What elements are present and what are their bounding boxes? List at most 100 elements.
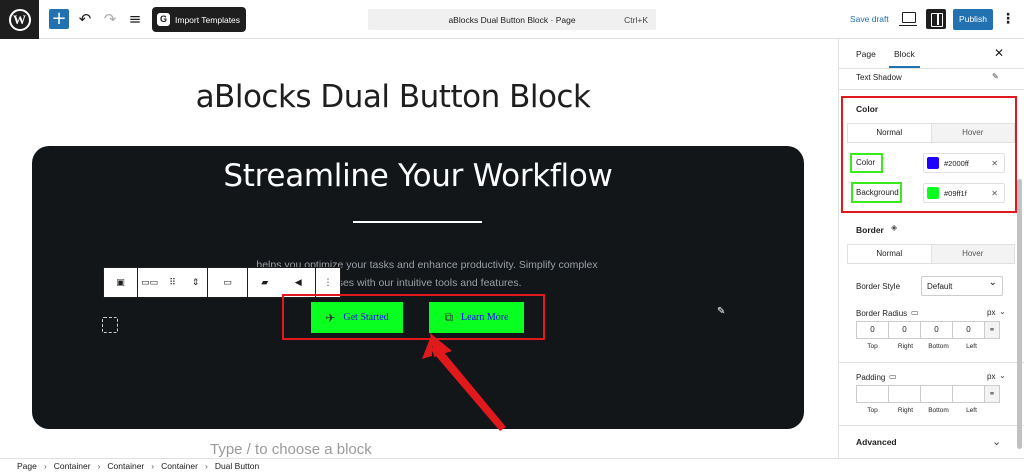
side-label-left: Left	[966, 407, 977, 414]
padding-label: Padding	[856, 373, 886, 382]
block-appender-placeholder[interactable]	[102, 317, 118, 333]
settings-sidebar-toggle-icon[interactable]	[926, 9, 946, 29]
side-label-bottom: Bottom	[928, 343, 949, 350]
wordpress-logo[interactable]: W	[0, 0, 39, 39]
import-templates-button[interactable]: G Import Templates	[152, 7, 246, 32]
radius-side-labels: Top Right Bottom Left	[856, 343, 988, 350]
ai-assist-icon[interactable]: ◀	[289, 278, 307, 288]
import-templates-label: Import Templates	[175, 14, 241, 25]
text-shadow-label: Text Shadow	[856, 73, 902, 82]
side-label-left: Left	[966, 343, 977, 350]
save-draft-button[interactable]: Save draft	[850, 14, 889, 24]
tab-block[interactable]: Block	[889, 49, 920, 68]
section-divider	[839, 89, 1024, 90]
color-section-title: Color	[856, 104, 879, 114]
close-icon[interactable]: ✕	[994, 46, 1004, 60]
section-divider	[839, 362, 1024, 363]
sidebar-tabs: Page Block ✕	[839, 39, 1024, 69]
padding-right-input[interactable]	[888, 385, 921, 403]
padding-top-input[interactable]	[856, 385, 889, 403]
chevron-right-icon: ›	[43, 461, 47, 471]
border-section-title: Border	[856, 225, 884, 235]
publish-button[interactable]: Publish	[953, 9, 993, 30]
tab-color-normal[interactable]: Normal	[848, 124, 932, 142]
chevron-down-icon[interactable]: ⌄	[992, 435, 1001, 448]
breadcrumb-item-current[interactable]: Dual Button	[215, 461, 259, 471]
border-style-select[interactable]: Default	[921, 276, 1003, 296]
chevron-right-icon: ›	[97, 461, 101, 471]
dual-button-block-icon[interactable]: ▭▭	[141, 278, 159, 288]
extra-tools-group: ▰ ◀	[248, 268, 316, 297]
button-align-control[interactable]: ▭	[208, 268, 248, 297]
drag-handle-icon[interactable]: ⠿	[164, 278, 182, 288]
redo-icon[interactable]: ↷	[100, 9, 120, 29]
preview-desktop-icon[interactable]	[899, 12, 917, 26]
text-color-picker[interactable]: #2000ff ✕	[923, 153, 1005, 173]
radius-top-input[interactable]: 0	[856, 321, 889, 339]
block-options-button[interactable]: ⋮	[316, 268, 340, 297]
desktop-device-icon[interactable]: ▭	[889, 372, 897, 381]
background-color-picker[interactable]: #09ff1f ✕	[923, 183, 1005, 203]
chevron-down-icon[interactable]: ⌄	[999, 371, 1006, 380]
padding-side-labels: Top Right Bottom Left	[856, 407, 988, 414]
command-palette-bar[interactable]: aBlocks Dual Button Block · Page Ctrl+K	[368, 9, 656, 30]
desktop-device-icon[interactable]: ▭	[911, 308, 919, 317]
undo-icon[interactable]: ↶	[75, 9, 95, 29]
add-block-button[interactable]: +	[49, 9, 69, 29]
padding-left-input[interactable]	[952, 385, 985, 403]
breadcrumb-item[interactable]: Container	[54, 461, 91, 471]
border-radius-label: Border Radius	[856, 309, 908, 318]
block-placeholder-text[interactable]: Type / to choose a block	[210, 441, 372, 458]
link-values-icon[interactable]: ⚭	[984, 385, 1000, 403]
container-block[interactable]: Streamline Your Workflow helps you optim…	[32, 146, 804, 429]
radius-right-input[interactable]: 0	[888, 321, 921, 339]
tab-border-normal[interactable]: Normal	[848, 245, 932, 263]
chevron-right-icon: ›	[151, 461, 155, 471]
link-values-icon[interactable]: ⚭	[984, 321, 1000, 339]
radius-bottom-input[interactable]: 0	[920, 321, 953, 339]
comment-icon[interactable]: ▰	[256, 278, 274, 288]
page-title[interactable]: aBlocks Dual Button Block	[0, 79, 786, 115]
padding-bottom-input[interactable]	[920, 385, 953, 403]
document-title: aBlocks Dual Button Block · Page	[448, 15, 576, 25]
options-menu-icon[interactable]: ⋮	[1000, 9, 1016, 29]
tab-page[interactable]: Page	[856, 49, 876, 59]
editor-top-bar: W + ↶ ↷ ≡ G Import Templates aBlocks Dua…	[0, 0, 1024, 39]
padding-unit[interactable]: px	[987, 372, 995, 381]
tab-color-hover[interactable]: Hover	[931, 124, 1014, 142]
edit-link-icon[interactable]: ✎	[717, 306, 725, 317]
sidebar-scrollbar[interactable]	[1017, 179, 1022, 449]
parent-block-icon: ▣	[116, 277, 125, 288]
paint-bucket-icon: ◈	[891, 223, 898, 232]
divider-line	[353, 221, 482, 223]
clear-background-icon[interactable]: ✕	[991, 189, 998, 198]
side-label-right: Right	[897, 343, 914, 350]
color-state-tabs: Normal Hover	[847, 123, 1015, 143]
parent-block-selector[interactable]: ▣	[104, 268, 138, 297]
wordpress-icon: W	[8, 8, 31, 31]
settings-sidebar: Page Block ✕ Text Shadow ✎ Color Normal …	[838, 39, 1024, 458]
side-label-right: Right	[897, 407, 914, 414]
breadcrumb-item[interactable]: Page	[17, 461, 37, 471]
breadcrumb-item[interactable]: Container	[161, 461, 198, 471]
radius-left-input[interactable]: 0	[952, 321, 985, 339]
text-color-value: #2000ff	[944, 158, 969, 168]
annotation-arrow	[422, 333, 506, 431]
get-started-button[interactable]: ✈ Get Started	[311, 302, 403, 333]
chevron-down-icon[interactable]: ⌄	[999, 307, 1006, 316]
side-label-top: Top	[867, 343, 878, 350]
border-radius-unit[interactable]: px	[987, 308, 995, 317]
border-style-label: Border Style	[856, 282, 901, 291]
hero-heading[interactable]: Streamline Your Workflow	[32, 158, 804, 194]
tab-border-hover[interactable]: Hover	[931, 245, 1014, 263]
background-label: Background	[856, 188, 899, 197]
advanced-panel-toggle[interactable]: Advanced	[856, 437, 897, 447]
rocket-icon: ✈	[325, 310, 336, 325]
border-state-tabs: Normal Hover	[847, 244, 1015, 264]
edit-icon[interactable]: ✎	[992, 72, 999, 81]
list-view-icon[interactable]: ≡	[125, 9, 145, 29]
clear-color-icon[interactable]: ✕	[991, 159, 998, 168]
more-vertical-icon: ⋮	[323, 277, 333, 288]
breadcrumb-item[interactable]: Container	[107, 461, 144, 471]
move-up-down-icon[interactable]: ⇕	[187, 278, 205, 288]
